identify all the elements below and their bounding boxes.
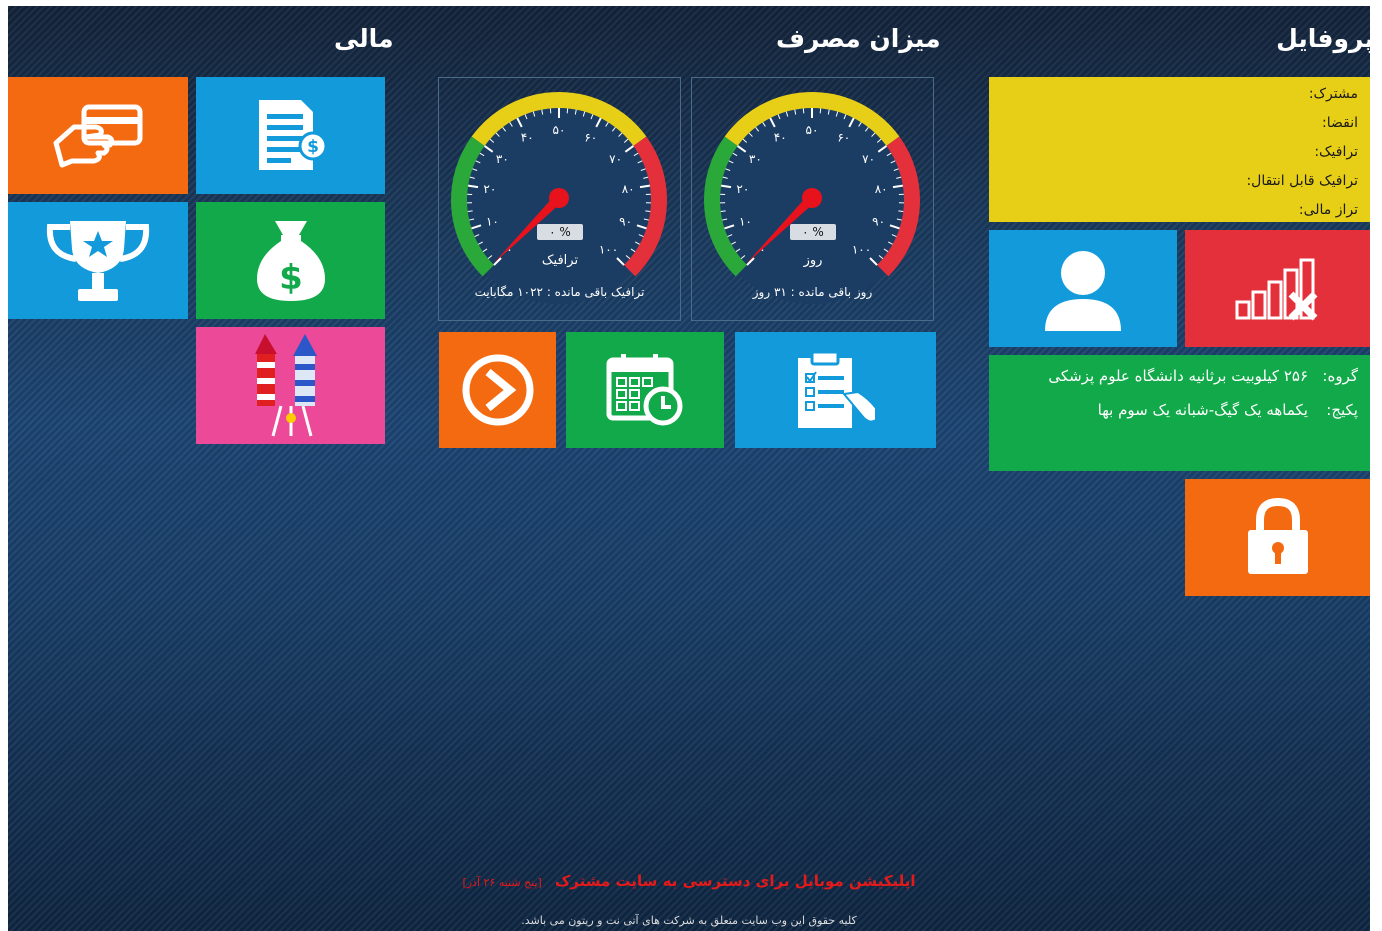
- traffic-gauge-caption: ترافیک باقی مانده : ۱۰۲۲ مگابایت: [474, 285, 645, 299]
- invoice-icon: $: [258, 99, 327, 170]
- traffic-gauge: ۰ ۱۰ ۲۰ ۳۰ ۴۰ ۵۰ ۶۰ ۷۰ ۸۰ ۹۰ ۱۰۰ ۰ % ترافیک ترافیک ب…: [438, 77, 681, 321]
- mobile-app-link-text[interactable]: اپلیکیشن موبایل برای دسترسی به سایت مشتر…: [555, 872, 916, 890]
- info-traffic: ترافیک:: [1246, 137, 1358, 166]
- traffic-tick-label: ۲۰: [483, 182, 496, 196]
- days-percent-text: ۰ %: [802, 225, 824, 239]
- days-needle-hub: [802, 188, 822, 208]
- info-balance: تراز مالی:: [1246, 195, 1358, 224]
- traffic-label: ترافیک: [542, 253, 579, 268]
- package-value: یکماهه یک گیگ-شبانه یک سوم بها: [1097, 401, 1308, 419]
- traffic-tick: [645, 210, 651, 213]
- traffic-percent-text: ۰ %: [549, 225, 571, 239]
- traffic-tick-label: ۷۰: [609, 152, 622, 166]
- invoice-tile[interactable]: $: [196, 77, 385, 194]
- heading-profile: پروفایل: [1276, 24, 1370, 53]
- transferable-label: ترافیک قابل انتقال:: [1246, 172, 1358, 189]
- heading-usage: میزان مصرف: [776, 24, 941, 53]
- days-tick: [720, 210, 726, 213]
- package-label: پکیج:: [1326, 401, 1358, 419]
- copyright-text: کلیه حقوق این وب سایت متعلق به شرکت های …: [521, 914, 857, 927]
- traffic-tick-label: ۱۰: [486, 215, 499, 229]
- trophy-icon: [46, 220, 150, 301]
- info-expiry: انقضا:: [1246, 108, 1358, 137]
- group-label: گروه:: [1322, 367, 1358, 385]
- traffic-needle-hub: [549, 188, 569, 208]
- lock-icon: [1247, 497, 1308, 574]
- bar-chart-error-icon: [1235, 258, 1317, 320]
- days-gauge-caption: روز باقی مانده : ۳۱ روز: [752, 285, 873, 299]
- traffic-tick-label: ۸۰: [622, 182, 635, 196]
- profile-info-panel: مشترک: انقضا: ترافیک: ترافیک قابل انتقال…: [989, 77, 1370, 222]
- card-payment-icon: [53, 104, 143, 167]
- awards-tile[interactable]: [8, 202, 188, 319]
- clipboard-icon: [797, 350, 877, 428]
- mobile-app-date: [پنج شنبه ۲۶ آذر]: [462, 876, 542, 889]
- traffic-label: ترافیک:: [1314, 143, 1358, 160]
- calendar-tile[interactable]: [566, 332, 724, 448]
- days-tick-label: ۸۰: [875, 182, 888, 196]
- report-tile[interactable]: [735, 332, 936, 448]
- days-tick-label: ۳۰: [749, 152, 762, 166]
- calendar-clock-icon: [606, 354, 683, 426]
- mobile-app-link[interactable]: اپلیکیشن موبایل برای دسترسی به سایت مشتر…: [8, 871, 1370, 890]
- days-tick-label: ۹۰: [872, 215, 885, 229]
- user-profile-tile[interactable]: [989, 230, 1177, 347]
- play-tile[interactable]: [439, 332, 556, 448]
- traffic-tick-label: ۵۰: [553, 123, 566, 137]
- fireworks-tile[interactable]: [196, 327, 385, 444]
- traffic-tick-label: ۴۰: [521, 131, 534, 145]
- svg-text:$: $: [279, 258, 303, 298]
- card-payment-tile[interactable]: [8, 77, 188, 194]
- group-package-panel: گروه: ۲۵۶ کیلوبیت برثانیه دانشگاه علوم پ…: [989, 355, 1370, 471]
- days-tick-label: ۷۰: [862, 152, 875, 166]
- play-circle-icon: [462, 354, 533, 426]
- balance-label: تراز مالی:: [1298, 201, 1358, 218]
- days-tick-label: ۲۰: [736, 182, 749, 196]
- days-label: روز: [803, 253, 823, 268]
- days-gauge: ۰ ۱۰ ۲۰ ۳۰ ۴۰ ۵۰ ۶۰ ۷۰ ۸۰ ۹۰ ۱۰۰ ۰ % روز روز باقی ما…: [691, 77, 934, 321]
- fireworks-icon: [254, 333, 317, 436]
- traffic-tick-label: ۱۰۰: [599, 242, 618, 256]
- traffic-tick-label: ۶۰: [584, 131, 597, 145]
- info-subscriber: مشترک:: [1246, 79, 1358, 108]
- traffic-tick: [467, 210, 473, 213]
- heading-finance: مالی: [334, 24, 394, 53]
- expiry-label: انقضا:: [1322, 114, 1358, 131]
- group-value: ۲۵۶ کیلوبیت برثانیه دانشگاه علوم پزشکی: [1048, 367, 1308, 385]
- traffic-tick-label: ۳۰: [496, 152, 509, 166]
- days-tick: [898, 210, 904, 213]
- group-row: گروه: ۲۵۶ کیلوبیت برثانیه دانشگاه علوم پ…: [998, 359, 1358, 393]
- money-tile[interactable]: $: [196, 202, 385, 319]
- days-tick-label: ۶۰: [837, 131, 850, 145]
- lock-tile[interactable]: [1185, 479, 1370, 596]
- package-row: پکیج: یکماهه یک گیگ-شبانه یک سوم بها: [998, 393, 1358, 427]
- subscriber-label: مشترک:: [1308, 85, 1358, 102]
- svg-text:$: $: [307, 137, 319, 157]
- usage-stats-tile[interactable]: [1185, 230, 1370, 347]
- user-icon: [1045, 250, 1121, 331]
- info-transferable: ترافیک قابل انتقال:: [1246, 166, 1358, 195]
- days-tick-label: ۱۰: [739, 215, 752, 229]
- money-bag-icon: $: [256, 220, 325, 301]
- dashboard: پروفایل میزان مصرف مالی $ $ ۰ ۱۰ ۲۰ ۳۰ ۴…: [8, 6, 1370, 931]
- days-tick-label: ۴۰: [774, 131, 787, 145]
- days-tick-label: ۵۰: [806, 123, 819, 137]
- days-tick-label: ۱۰۰: [852, 242, 871, 256]
- traffic-tick-label: ۹۰: [619, 215, 632, 229]
